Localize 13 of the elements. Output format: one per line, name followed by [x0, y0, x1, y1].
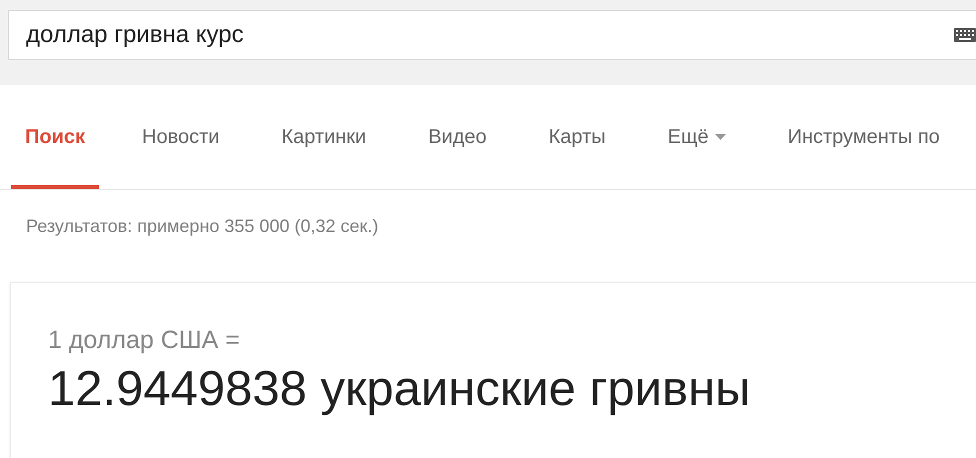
nav-tab[interactable]: Видео: [428, 85, 487, 189]
caret-icon: [714, 134, 726, 140]
more-tab[interactable]: Ещё: [668, 85, 726, 189]
result-stats: Результатов: примерно 355 000 (0,32 сек.): [25, 215, 380, 238]
conversion-result: 12.9449838 украинские гривны: [48, 361, 752, 417]
nav-tab[interactable]: Новости: [142, 85, 220, 189]
nav-tab[interactable]: Инструменты по: [788, 85, 940, 189]
nav-tab[interactable]: Поиск: [11, 85, 100, 189]
keyboard-icon[interactable]: [954, 28, 976, 42]
nav-tab[interactable]: Картинки: [281, 85, 366, 189]
currency-from: 1 доллар США =: [48, 326, 241, 355]
search-field[interactable]: доллар гривна курс: [8, 10, 976, 60]
nav-tab[interactable]: Карты: [548, 85, 606, 189]
